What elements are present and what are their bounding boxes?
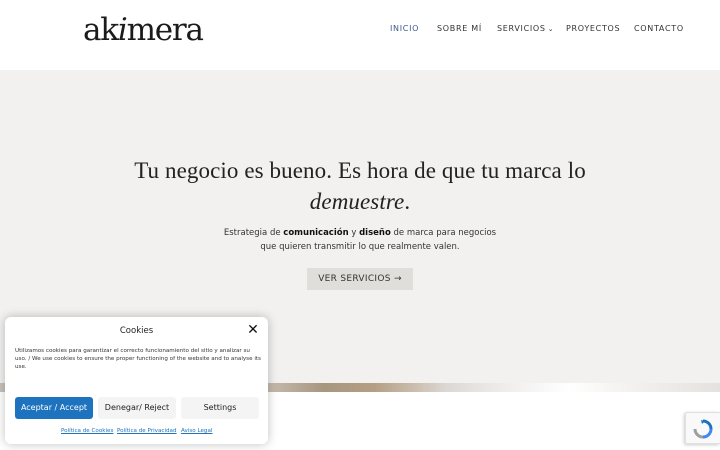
subtitle-text: de marca para negocios	[390, 228, 497, 238]
nav-item-sobre-mi[interactable]: SOBRE MÍ	[437, 24, 482, 36]
reject-button[interactable]: Denegar/ Reject	[98, 397, 176, 419]
nav-item-inicio[interactable]: INICIO	[390, 24, 419, 36]
cookie-title: Cookies	[119, 326, 154, 336]
nav-label: SOBRE MÍ	[437, 24, 482, 33]
subtitle-bold: diseño	[359, 228, 391, 238]
logo-part-3: mera	[126, 12, 204, 48]
site-header: akimera INICIO SOBRE MÍ SERVICIOS ⌄ PROYE…	[0, 0, 720, 70]
logo-part-2: i	[117, 12, 128, 48]
nav-label: PROYECTOS	[566, 24, 621, 33]
cta-label: VER SERVICIOS	[318, 274, 391, 284]
hero-title-line1: Tu negocio es bueno. Es hora de que tu m…	[134, 158, 586, 183]
ver-servicios-button[interactable]: VER SERVICIOS →	[307, 268, 413, 290]
recaptcha-icon	[693, 419, 713, 439]
privacy-policy-link[interactable]: Política de Privacidad	[117, 428, 177, 434]
settings-button[interactable]: Settings	[181, 397, 259, 419]
nav-item-contacto[interactable]: CONTACTO	[634, 24, 684, 36]
nav-label: CONTACTO	[634, 24, 684, 33]
cookie-banner: Cookies ✕ Utilizamos cookies para garant…	[5, 317, 268, 444]
subtitle-text: Estrategia de	[223, 228, 284, 238]
site-logo[interactable]: akimera	[83, 10, 204, 50]
arrow-right-icon: →	[393, 274, 402, 284]
chevron-down-icon: ⌄	[547, 25, 555, 33]
close-icon[interactable]: ✕	[246, 323, 260, 337]
nav-item-servicios[interactable]: SERVICIOS ⌄	[497, 24, 554, 36]
cookie-policy-link[interactable]: Política de Cookies	[61, 428, 113, 434]
hero-title-emphasis: demuestre	[309, 189, 405, 214]
subtitle-bold: comunicación	[283, 228, 349, 238]
accept-button[interactable]: Aceptar / Accept	[15, 397, 93, 419]
recaptcha-badge[interactable]	[685, 412, 720, 444]
nav-item-proyectos[interactable]: PROYECTOS	[566, 24, 620, 36]
hero-subtitle: Estrategia de comunicación y diseño de m…	[200, 227, 520, 254]
legal-notice-link[interactable]: Aviso Legal	[181, 428, 212, 434]
subtitle-text: y	[348, 228, 360, 238]
cookie-text: Utilizamos cookies para garantizar el co…	[15, 348, 261, 370]
nav-label: INICIO	[390, 24, 420, 33]
nav-label: SERVICIOS	[497, 24, 546, 33]
subtitle-text: que quieren transmitir lo que realmente …	[260, 241, 460, 252]
logo-part-1: ak	[83, 12, 119, 48]
hero-title: Tu negocio es bueno. Es hora de que tu m…	[110, 155, 610, 217]
hero-title-end: .	[404, 189, 411, 214]
